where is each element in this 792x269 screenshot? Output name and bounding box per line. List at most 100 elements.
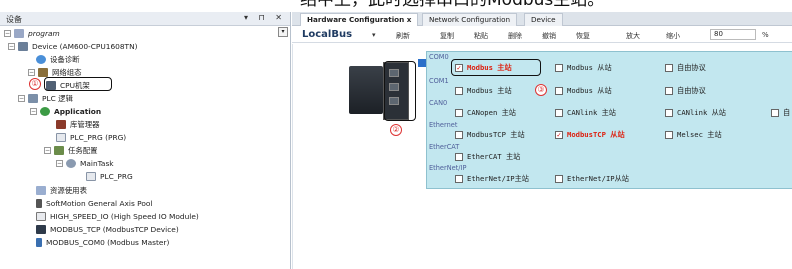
option-modbustcp-slave[interactable]: ✓ ModbusTCP 从站: [555, 129, 625, 140]
collapse-icon[interactable]: −: [8, 42, 15, 50]
option-com1-modbus-slave[interactable]: Modbus 从站: [555, 85, 612, 96]
zoom-unit: %: [762, 31, 769, 39]
option-label: ModbusTCP 从站: [567, 129, 625, 139]
option-ethernetip-master[interactable]: EtherNet/IP主站: [455, 173, 529, 184]
section-ethernet: Ethernet: [429, 121, 458, 129]
option-label: CANlink 主站: [567, 107, 616, 117]
checkbox[interactable]: [455, 108, 463, 117]
tree-label: 设备诊断: [50, 54, 80, 64]
tree-label: 任务配置: [68, 145, 98, 155]
tree-node-application[interactable]: − Application: [30, 105, 101, 117]
bus-dropdown-icon[interactable]: ▾: [372, 31, 376, 39]
option-canlink-slave[interactable]: CANlink 从站: [665, 107, 726, 118]
option-com1-modbus-master[interactable]: Modbus 主站: [455, 85, 512, 96]
option-com1-free-protocol[interactable]: 自由协议: [665, 85, 706, 96]
tree-node-plc-prg-call[interactable]: PLC_PRG: [86, 170, 133, 182]
option-canopen-master[interactable]: CANopen 主站: [455, 107, 516, 118]
editor-tabs: Hardware Configuration x Network Configu…: [292, 12, 792, 26]
section-ethernetip: EtherNet/IP: [429, 164, 467, 172]
highlight-cpu-ports: [384, 61, 416, 121]
option-label: Modbus 从站: [567, 85, 612, 95]
collapse-icon[interactable]: −: [44, 146, 51, 154]
checkbox[interactable]: [665, 108, 673, 117]
collapse-icon[interactable]: −: [28, 68, 35, 76]
tree-label: PLC_PRG (PRG): [70, 132, 127, 142]
tab-device[interactable]: Device: [524, 13, 563, 26]
checkbox[interactable]: [555, 63, 563, 72]
checkbox[interactable]: [665, 130, 673, 139]
delete-button[interactable]: 删除: [508, 31, 522, 41]
tree-node-program[interactable]: − program: [4, 27, 60, 39]
refresh-button[interactable]: 刷新: [396, 31, 410, 41]
tree-node-library[interactable]: 库管理器: [56, 118, 100, 130]
zoom-input[interactable]: 80: [710, 29, 756, 40]
option-ethercat-master[interactable]: EtherCAT 主站: [455, 151, 520, 162]
option-com0-free-protocol[interactable]: 自由协议: [665, 62, 706, 73]
collapse-icon[interactable]: −: [30, 107, 37, 115]
tree-node-plc-logic[interactable]: − PLC 逻辑: [18, 92, 73, 104]
option-com0-modbus-slave[interactable]: Modbus 从站: [555, 62, 612, 73]
tree-node-diagnostics[interactable]: 设备诊断: [36, 53, 80, 65]
project-icon: [14, 28, 24, 38]
device-icon: [18, 41, 28, 51]
option-label: EtherNet/IP主站: [467, 173, 529, 183]
redo-button[interactable]: 恢复: [576, 31, 590, 41]
tree-node-modbus-tcp[interactable]: MODBUS_TCP (ModbusTCP Device): [36, 223, 179, 235]
plc-logic-icon: [28, 93, 38, 103]
tree-node-plc-prg[interactable]: PLC_PRG (PRG): [56, 131, 126, 143]
checkbox[interactable]: [771, 108, 779, 117]
undo-button[interactable]: 撤销: [542, 31, 556, 41]
checkbox[interactable]: [555, 108, 563, 117]
tree-node-resource-table[interactable]: 资源使用表: [36, 184, 87, 196]
bus-selector[interactable]: LocalBus: [302, 29, 352, 40]
checkbox[interactable]: [455, 152, 463, 161]
paste-button[interactable]: 粘贴: [474, 31, 488, 41]
device-tree: − program − Device (AM600-CPU1608TN) 设备诊断 …: [0, 27, 291, 267]
tree-node-modbus-com0[interactable]: MODBUS_COM0 (Modbus Master): [36, 236, 169, 248]
task-config-icon: [54, 145, 64, 155]
collapse-icon[interactable]: −: [4, 29, 11, 37]
program-icon: [56, 132, 66, 142]
checkbox[interactable]: [665, 63, 673, 72]
option-can-free-protocol[interactable]: 自: [771, 107, 790, 118]
zoom-out-button[interactable]: 缩小: [666, 31, 680, 41]
option-label: Modbus 主站: [467, 85, 512, 95]
checkbox[interactable]: [555, 174, 563, 183]
diagnostics-icon: [36, 54, 46, 64]
option-label: ModbusTCP 主站: [467, 129, 525, 139]
option-canlink-master[interactable]: CANlink 主站: [555, 107, 616, 118]
tab-hardware-configuration[interactable]: Hardware Configuration x: [300, 13, 419, 26]
option-ethernetip-slave[interactable]: EtherNet/IP从站: [555, 173, 629, 184]
collapse-icon[interactable]: −: [18, 94, 25, 102]
tree-node-device[interactable]: − Device (AM600-CPU1608TN): [8, 40, 137, 52]
close-icon[interactable]: x: [407, 15, 412, 24]
checkbox[interactable]: [455, 86, 463, 95]
option-melsec-master[interactable]: Melsec 主站: [665, 129, 722, 140]
screenshot: 绍中上，此时选择串口的Modbus主站。 设备 ▾ ⊓ ✕ ▾ − program…: [0, 0, 792, 269]
callout-3: ③: [535, 84, 547, 96]
option-label: Melsec 主站: [677, 129, 722, 139]
axis-pool-icon: [36, 198, 42, 208]
checkbox[interactable]: [455, 174, 463, 183]
expand-arrow-icon[interactable]: [418, 59, 426, 67]
tree-label: 资源使用表: [50, 185, 87, 195]
option-modbustcp-master[interactable]: ModbusTCP 主站: [455, 129, 525, 140]
tree-node-maintask[interactable]: − MainTask: [56, 157, 114, 169]
checkbox-checked[interactable]: ✓: [555, 130, 563, 139]
copy-button[interactable]: 复制: [440, 31, 454, 41]
program-call-icon: [86, 171, 96, 181]
option-label: CANopen 主站: [467, 107, 516, 117]
checkbox[interactable]: [665, 86, 673, 95]
tree-node-task-config[interactable]: − 任务配置: [44, 144, 98, 156]
hardware-canvas: ② COM0 ✓ Modbus 主站 Modbus 从站 自由协议 COM1 Mo…: [292, 44, 792, 269]
toolbar: LocalBus ▾ 刷新 复制 粘贴 删除 撤销 恢复 放大 缩小 80 %: [292, 27, 792, 43]
checkbox[interactable]: [555, 86, 563, 95]
collapse-icon[interactable]: −: [56, 159, 63, 167]
tree-node-axis-pool[interactable]: SoftMotion General Axis Pool: [36, 197, 152, 209]
tree-node-high-speed-io[interactable]: HIGH_SPEED_IO (High Speed IO Module): [36, 210, 199, 222]
checkbox[interactable]: [455, 130, 463, 139]
tab-network-configuration[interactable]: Network Configuration: [422, 13, 518, 26]
panel-window-buttons[interactable]: ▾ ⊓ ✕: [244, 13, 286, 22]
section-ethercat: EtherCAT: [429, 143, 460, 151]
zoom-in-button[interactable]: 放大: [626, 31, 640, 41]
